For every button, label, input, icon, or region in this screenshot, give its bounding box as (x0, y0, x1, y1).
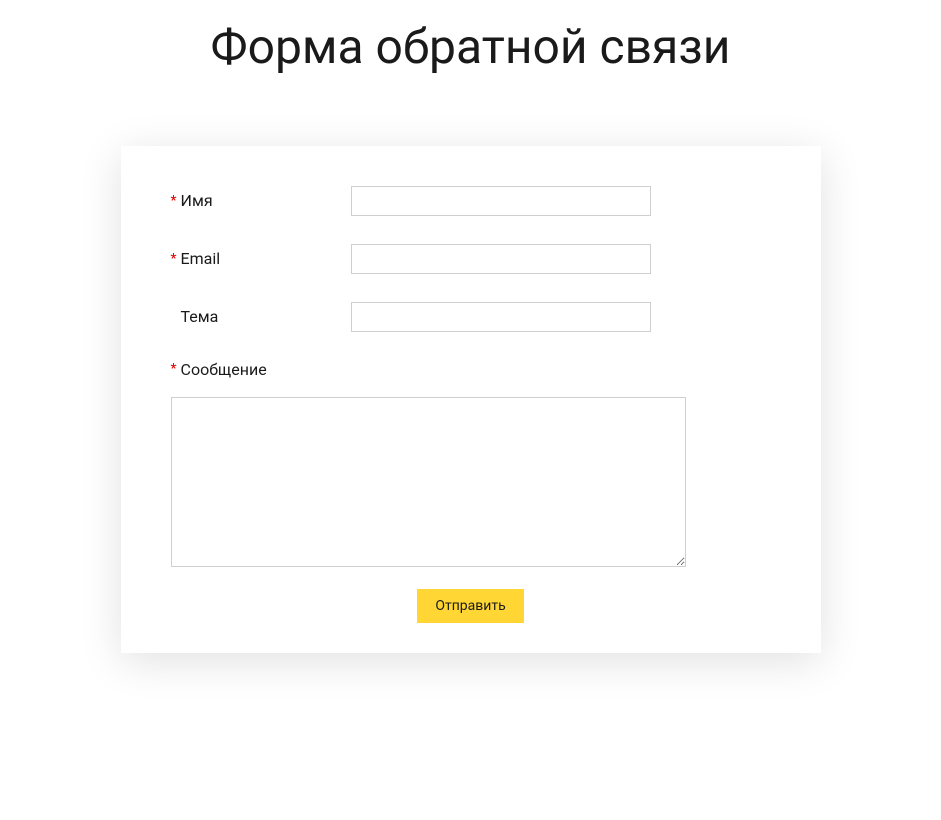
required-asterisk: * (171, 193, 177, 209)
email-label: Email (181, 249, 221, 268)
subject-label-wrap: * Тема (171, 307, 351, 326)
email-label-wrap: * Email (171, 249, 351, 268)
required-asterisk: * (171, 251, 177, 267)
form-row-subject: * Тема (171, 302, 771, 332)
message-textarea[interactable] (171, 397, 686, 567)
form-row-email: * Email (171, 244, 771, 274)
form-row-message: * Сообщение (171, 360, 771, 567)
form-row-name: * Имя (171, 186, 771, 216)
submit-button[interactable]: Отправить (417, 589, 523, 623)
required-asterisk: * (171, 361, 177, 377)
subject-label: Тема (181, 307, 219, 326)
message-label-wrap: * Сообщение (171, 360, 771, 379)
name-label: Имя (181, 191, 213, 210)
name-input[interactable] (351, 186, 651, 216)
submit-wrap: Отправить (171, 589, 771, 623)
email-input[interactable] (351, 244, 651, 274)
message-label: Сообщение (181, 360, 267, 379)
name-label-wrap: * Имя (171, 191, 351, 210)
page-title: Форма обратной связи (191, 0, 751, 76)
subject-input[interactable] (351, 302, 651, 332)
feedback-form-card: * Имя * Email * Тема * Сообщение Отправи… (121, 146, 821, 653)
